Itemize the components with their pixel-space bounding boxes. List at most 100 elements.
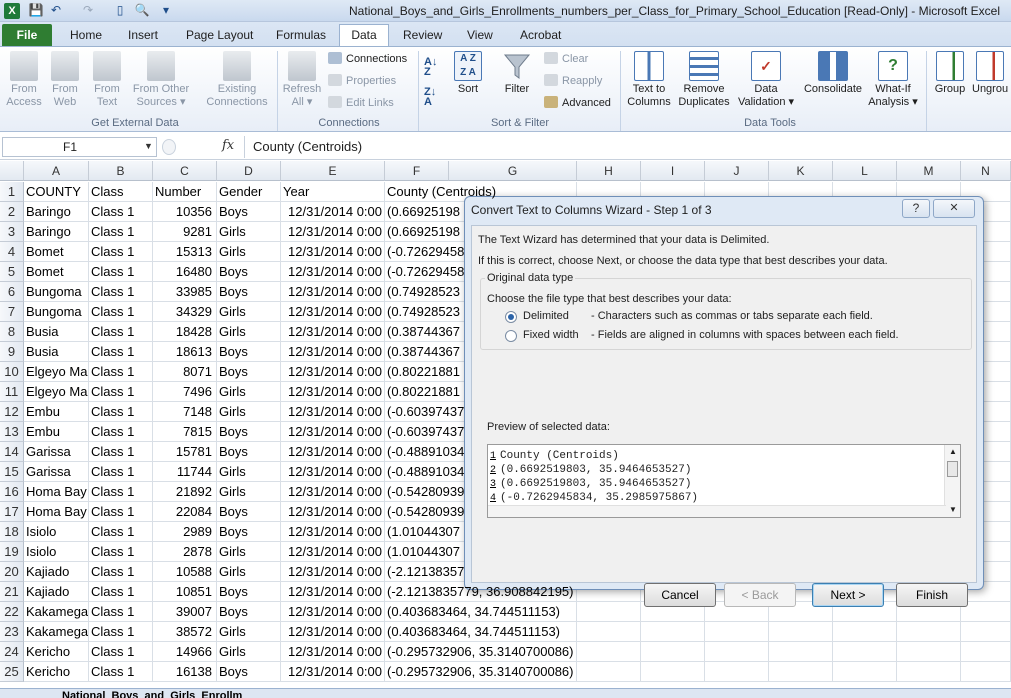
cell-b1[interactable]: Class	[89, 182, 153, 202]
cell-d22[interactable]: Boys	[217, 602, 281, 622]
cell-f2[interactable]: (0.66925198	[385, 202, 460, 222]
cell-f8[interactable]: (0.38744367	[385, 322, 460, 342]
cell-b9[interactable]: Class 1	[89, 342, 153, 362]
data-validation-button[interactable]: ✓ Data Validation ▾	[734, 51, 798, 109]
cell-d11[interactable]: Girls	[217, 382, 281, 402]
cell-e24[interactable]: 12/31/2014 0:00	[281, 642, 385, 662]
cell-d18[interactable]: Boys	[217, 522, 281, 542]
column-header-m[interactable]: M	[897, 161, 961, 181]
sort-za-icon[interactable]: Z↓ A	[424, 87, 444, 108]
refresh-all-button[interactable]: Refresh All ▾	[282, 51, 322, 109]
cell-e2[interactable]: 12/31/2014 0:00	[281, 202, 385, 222]
column-header-f[interactable]: F	[385, 161, 449, 181]
fixed-width-label[interactable]: Fixed width	[523, 329, 579, 341]
cell-c24[interactable]: 14966	[153, 642, 217, 662]
column-header-e[interactable]: E	[281, 161, 385, 181]
cell-c3[interactable]: 9281	[153, 222, 217, 242]
cell-b23[interactable]: Class 1	[89, 622, 153, 642]
row-header[interactable]: 6	[0, 282, 24, 302]
cell-a24[interactable]: Kericho	[24, 642, 89, 662]
formula-input[interactable]: County (Centroids)	[244, 136, 1010, 158]
cell-c2[interactable]: 10356	[153, 202, 217, 222]
cell-c25[interactable]: 16138	[153, 662, 217, 682]
cell-e18[interactable]: 12/31/2014 0:00	[281, 522, 385, 542]
column-header-h[interactable]: H	[577, 161, 641, 181]
cell-l23[interactable]	[833, 622, 897, 642]
cell-c6[interactable]: 33985	[153, 282, 217, 302]
cell-e14[interactable]: 12/31/2014 0:00	[281, 442, 385, 462]
cell-a1[interactable]: COUNTY	[24, 182, 89, 202]
cell-a21[interactable]: Kajiado	[24, 582, 89, 602]
filter-button[interactable]: Filter	[500, 51, 534, 96]
cell-f7[interactable]: (0.74928523	[385, 302, 460, 322]
cell-m23[interactable]	[897, 622, 961, 642]
cell-a25[interactable]: Kericho	[24, 662, 89, 682]
cell-d20[interactable]: Girls	[217, 562, 281, 582]
cell-b21[interactable]: Class 1	[89, 582, 153, 602]
cell-d19[interactable]: Girls	[217, 542, 281, 562]
cell-c16[interactable]: 21892	[153, 482, 217, 502]
cell-f12[interactable]: (-0.60397437	[385, 402, 464, 422]
cell-e9[interactable]: 12/31/2014 0:00	[281, 342, 385, 362]
cell-f14[interactable]: (-0.48891034	[385, 442, 464, 462]
cell-d14[interactable]: Boys	[217, 442, 281, 462]
cell-b3[interactable]: Class 1	[89, 222, 153, 242]
cell-d8[interactable]: Girls	[217, 322, 281, 342]
cell-n24[interactable]	[961, 642, 1011, 662]
tab-file[interactable]: File	[2, 24, 52, 46]
cell-i23[interactable]	[641, 622, 705, 642]
column-header-k[interactable]: K	[769, 161, 833, 181]
cell-c15[interactable]: 11744	[153, 462, 217, 482]
row-header[interactable]: 3	[0, 222, 24, 242]
row-header[interactable]: 12	[0, 402, 24, 422]
row-header[interactable]: 11	[0, 382, 24, 402]
row-header[interactable]: 23	[0, 622, 24, 642]
cell-a23[interactable]: Kakamega	[24, 622, 89, 642]
column-header-d[interactable]: D	[217, 161, 281, 181]
cell-f1[interactable]: County (Centroids)	[385, 182, 496, 202]
scroll-thumb[interactable]	[947, 461, 958, 477]
what-if-analysis-button[interactable]: ? What-If Analysis ▾	[866, 51, 920, 109]
cell-i24[interactable]	[641, 642, 705, 662]
cell-d21[interactable]: Boys	[217, 582, 281, 602]
cell-a22[interactable]: Kakamega	[24, 602, 89, 622]
tab-review[interactable]: Review	[397, 26, 448, 46]
from-text-button[interactable]: From Text	[88, 51, 126, 109]
row-header[interactable]: 13	[0, 422, 24, 442]
cell-a20[interactable]: Kajiado	[24, 562, 89, 582]
cell-a11[interactable]: Elgeyo Ma	[24, 382, 89, 402]
cell-n23[interactable]	[961, 622, 1011, 642]
cell-e15[interactable]: 12/31/2014 0:00	[281, 462, 385, 482]
cell-f25[interactable]: (-0.295732906, 35.3140700086)	[385, 662, 574, 682]
cell-a5[interactable]: Bomet	[24, 262, 89, 282]
row-header[interactable]: 20	[0, 562, 24, 582]
cell-c22[interactable]: 39007	[153, 602, 217, 622]
column-header-c[interactable]: C	[153, 161, 217, 181]
preview-horizontal-scrollbar[interactable]	[488, 505, 946, 517]
cell-e3[interactable]: 12/31/2014 0:00	[281, 222, 385, 242]
cell-b24[interactable]: Class 1	[89, 642, 153, 662]
row-header[interactable]: 22	[0, 602, 24, 622]
column-header-j[interactable]: J	[705, 161, 769, 181]
cell-d16[interactable]: Girls	[217, 482, 281, 502]
cell-c11[interactable]: 7496	[153, 382, 217, 402]
cell-c18[interactable]: 2989	[153, 522, 217, 542]
cell-a2[interactable]: Baringo	[24, 202, 89, 222]
cell-c7[interactable]: 34329	[153, 302, 217, 322]
cell-e5[interactable]: 12/31/2014 0:00	[281, 262, 385, 282]
row-header[interactable]: 25	[0, 662, 24, 682]
cell-e10[interactable]: 12/31/2014 0:00	[281, 362, 385, 382]
cell-f19[interactable]: (1.01044307	[385, 542, 460, 562]
cell-d17[interactable]: Boys	[217, 502, 281, 522]
cell-d9[interactable]: Boys	[217, 342, 281, 362]
sort-button[interactable]: A ZZ A Sort	[452, 51, 484, 96]
cell-b25[interactable]: Class 1	[89, 662, 153, 682]
cell-b22[interactable]: Class 1	[89, 602, 153, 622]
cell-h22[interactable]	[577, 602, 641, 622]
cell-e11[interactable]: 12/31/2014 0:00	[281, 382, 385, 402]
existing-connections-button[interactable]: Existing Connections	[200, 51, 274, 109]
cell-d23[interactable]: Girls	[217, 622, 281, 642]
cell-f24[interactable]: (-0.295732906, 35.3140700086)	[385, 642, 574, 662]
back-button[interactable]: < Back	[724, 583, 796, 607]
finish-button[interactable]: Finish	[896, 583, 968, 607]
